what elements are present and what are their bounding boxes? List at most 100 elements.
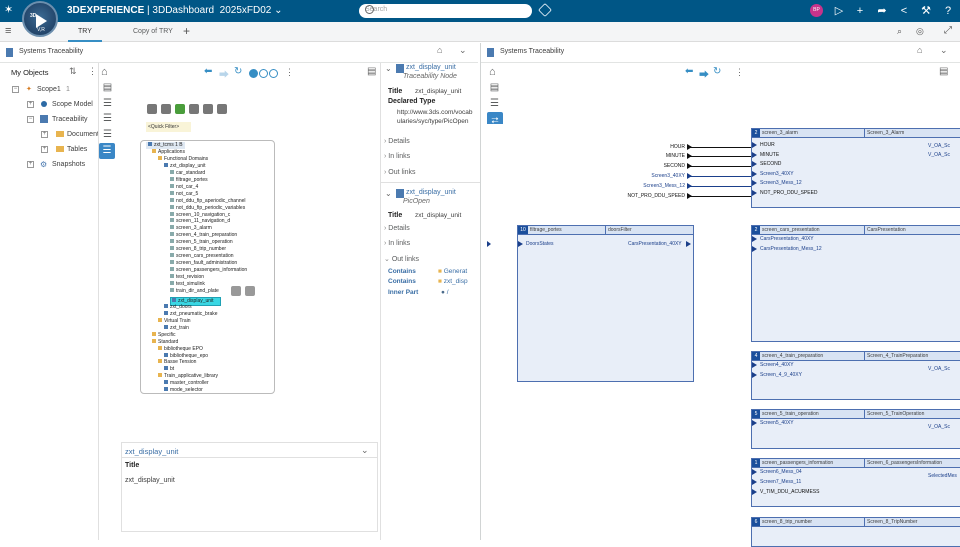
tree-node[interactable]: test_revision [170, 274, 204, 281]
input-port-label[interactable]: Screen7_Mess_11 [760, 479, 801, 485]
node-action-icon[interactable] [245, 286, 255, 296]
card2-name[interactable]: zxt_display_unit [406, 189, 456, 196]
out-link-target[interactable]: ■ Generat [438, 268, 478, 275]
input-port-label[interactable]: Screen4_40XY [760, 362, 794, 368]
input-port-label[interactable]: Screen_4_9_40XY [760, 372, 802, 378]
tab-copy-of-try[interactable]: Copy of TRY [123, 22, 183, 42]
collapse-icon[interactable]: ⌄ [459, 45, 467, 56]
search-input[interactable]: Search [359, 4, 532, 18]
tree-node[interactable]: Basse Tension [158, 359, 196, 366]
diagram-block[interactable]: 4 screen_4_train_preparation Screen_4_Trai… [751, 351, 960, 400]
output-port-label[interactable]: V_OA_Sc [928, 143, 950, 149]
tree-node[interactable]: bt [164, 366, 174, 373]
help-icon[interactable]: ? [941, 3, 955, 19]
output-port-label[interactable]: CarsPresentation_40XY [628, 241, 682, 247]
diagram-block[interactable]: 5 screen_5_train_operation Screen_5_TrainO… [751, 409, 960, 449]
input-port-label[interactable]: CarsPresentation_Mess_12 [760, 246, 822, 252]
expand-tables-toggle[interactable]: + [41, 146, 48, 153]
tree-node[interactable]: screen_3_alarm [170, 225, 212, 232]
input-port-label[interactable]: Screen3_Mess_12 [760, 180, 802, 186]
input-port-label[interactable]: DoorsStates [526, 241, 554, 247]
expand-scope-model-toggle[interactable]: + [27, 101, 34, 108]
tree-item-scope-model[interactable]: Scope Model [52, 101, 93, 108]
database-icon[interactable]: ▤ [101, 82, 114, 93]
output-port-label[interactable]: V_OA_Sc [928, 152, 950, 158]
quick-filter[interactable]: <Quick Filter> [146, 122, 191, 132]
details-section-toggle[interactable]: › Details [384, 138, 410, 145]
filter-funnel-icon[interactable] [203, 104, 213, 114]
input-port-label[interactable]: Screen3_40XY [760, 171, 794, 177]
input-port-label[interactable]: MINUTE [760, 152, 779, 158]
tree-node[interactable]: screen_5_train_operation [170, 239, 233, 246]
back-arrow-icon[interactable]: ⬅ [204, 66, 212, 77]
search-icon[interactable] [365, 5, 374, 14]
expand-documents-toggle[interactable]: + [41, 131, 48, 138]
tree-node[interactable]: mode_selector [164, 387, 203, 394]
refresh-icon[interactable]: ↻ [234, 66, 242, 77]
diagram-block[interactable]: 6 screen_8_trip_number Screen_8_TripNumber [751, 517, 960, 547]
add-icon[interactable]: + [853, 3, 867, 19]
in-links-section-toggle[interactable]: › In links [384, 153, 410, 160]
tree-item-traceability[interactable]: Traceability [52, 116, 88, 123]
out-link-target[interactable]: ● / [441, 289, 449, 296]
input-port-label[interactable]: HOUR [760, 142, 775, 148]
tree-node[interactable]: zxt_tcms 1 B [146, 142, 185, 149]
tree-node[interactable]: screen_passengers_information [170, 267, 247, 274]
output-port-label[interactable]: SelectedMes [928, 473, 957, 479]
node-action-icon[interactable] [231, 286, 241, 296]
dashboard-search-icon[interactable]: ⌕ [897, 26, 902, 37]
tree-node[interactable]: Functional Domains [158, 155, 208, 163]
tree-node[interactable]: screen_fault_administration [170, 260, 237, 267]
add-tab-icon[interactable]: + [183, 24, 190, 38]
chevron-down-icon[interactable]: ⌄ [274, 5, 282, 16]
sort-icon[interactable]: ⇅ [69, 66, 77, 77]
output-port-label[interactable]: V_OA_Sc [928, 424, 950, 430]
filter-button-3[interactable] [175, 104, 185, 114]
list-view-icon[interactable]: ☰ [101, 113, 114, 124]
chevron-down-icon[interactable]: ⌄ [385, 64, 392, 73]
tree-node[interactable]: screen_10_navigation_c [170, 211, 230, 219]
home-icon[interactable]: ⌂ [101, 66, 108, 78]
input-port-label[interactable]: NOT_PRO_DDU_SPEED [760, 190, 818, 196]
forward-arrow-icon[interactable]: ⮕ [699, 66, 709, 81]
tree-node[interactable]: not_ddu_fip_periodic_variables [170, 204, 245, 212]
depth-dot-2[interactable] [259, 69, 268, 78]
tree-node[interactable]: zxt_doors [164, 303, 192, 311]
tree-node[interactable]: screen_cars_presentation [170, 253, 234, 260]
output-port-label[interactable]: V_OA_Sc [928, 366, 950, 372]
expand-snapshots-toggle[interactable]: + [27, 161, 34, 168]
depth-dot-3[interactable] [269, 69, 278, 78]
tree-item-documents[interactable]: Documents [67, 131, 98, 138]
refresh-icon[interactable]: ↻ [713, 66, 721, 77]
collapse-scope-toggle[interactable]: − [12, 86, 19, 93]
input-port-label[interactable]: Screen5_40XY [760, 420, 794, 426]
home-icon[interactable]: ⌂ [489, 66, 496, 78]
in-links-section-toggle[interactable]: › In links [384, 240, 410, 247]
tree-node[interactable]: not_ddu_fip_aperiodic_channel [170, 197, 246, 205]
card1-name[interactable]: zxt_display_unit [406, 64, 456, 71]
out-link-target[interactable]: ■ zxt_disp [438, 278, 478, 285]
chevron-down-icon[interactable]: ⌄ [361, 445, 369, 456]
tree-node[interactable]: master_controller [164, 380, 209, 387]
diagram-block[interactable]: 2 screen_3_alarm Screen_3_Alarm HOUR MINUTE S… [751, 128, 960, 208]
details-section-toggle[interactable]: › Details [384, 225, 410, 232]
compass-button[interactable]: 3D V,R [22, 1, 58, 37]
tools-icon[interactable]: ⚒ [919, 3, 933, 19]
tree-item-snapshots[interactable]: Snapshots [52, 161, 85, 168]
tree-node[interactable]: Virtual Train [158, 317, 191, 325]
input-port-label[interactable]: V_TIM_DDU_ACURMESS [760, 489, 819, 495]
panel-toggle-icon[interactable]: ▤ [367, 66, 376, 77]
widget-menu-icon[interactable]: ⌂ [437, 45, 442, 55]
more-icon[interactable]: ⋮ [88, 66, 97, 77]
filter-button-2[interactable] [161, 104, 171, 114]
tree-node[interactable]: test_simulink [170, 281, 205, 288]
tree-node[interactable]: not_car_4 [170, 183, 198, 191]
tab-try[interactable]: TRY [68, 22, 102, 42]
tree-node[interactable]: filtrage_portes [170, 176, 208, 184]
scope-label[interactable]: Scope1 [37, 86, 61, 93]
tree-node[interactable]: not_car_5 [170, 190, 198, 198]
tree-node[interactable]: Specific [152, 331, 176, 339]
tree-node[interactable]: screen_4_train_preparation [170, 232, 237, 239]
tree-node[interactable]: Standard [152, 338, 178, 346]
tree-node[interactable]: bibliotheque EPO [158, 345, 203, 353]
